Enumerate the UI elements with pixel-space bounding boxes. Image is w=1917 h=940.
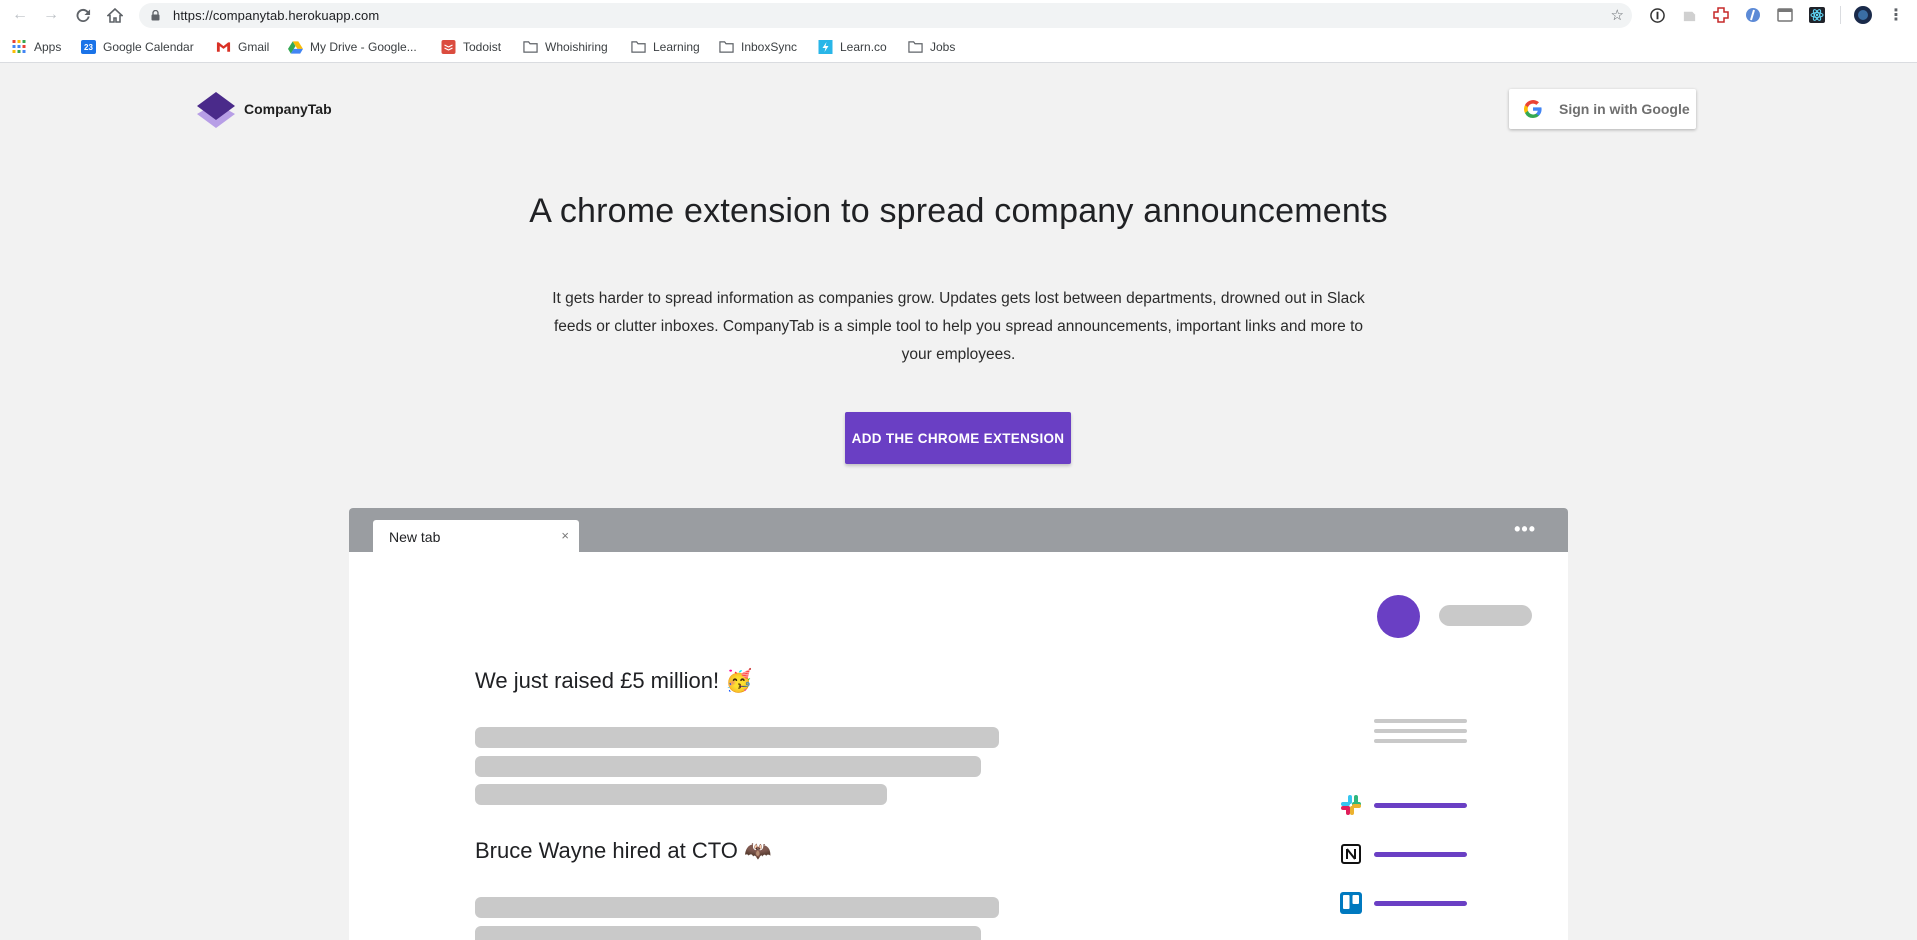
bookmark-todoist[interactable]: Todoist bbox=[441, 38, 501, 56]
gmail-icon bbox=[216, 42, 231, 52]
menu-placeholder-line bbox=[1374, 719, 1467, 723]
app-link-line bbox=[1374, 803, 1467, 808]
announcement-title: Bruce Wayne hired at CTO 🦇 bbox=[475, 838, 771, 864]
bookmark-whoishiring[interactable]: Whoishiring bbox=[523, 38, 608, 56]
announcement-title-text: We just raised £5 million! bbox=[475, 668, 720, 693]
sign-in-label: Sign in with Google bbox=[1559, 101, 1690, 117]
profile-avatar-icon[interactable] bbox=[1854, 6, 1872, 24]
toolbar-divider bbox=[1840, 6, 1841, 24]
bookmark-label: InboxSync bbox=[741, 40, 798, 54]
menu-placeholder-line bbox=[1374, 739, 1467, 743]
folder-icon bbox=[631, 41, 646, 53]
bookmark-apps[interactable]: Apps bbox=[12, 38, 61, 56]
learnco-icon bbox=[818, 40, 833, 54]
url-text[interactable]: https://companytab.herokuapp.com bbox=[173, 8, 379, 23]
bookmark-label: Jobs bbox=[930, 40, 956, 54]
app-link-line bbox=[1374, 852, 1467, 857]
google-g-icon bbox=[1524, 100, 1542, 118]
extension-gray-icon[interactable] bbox=[1680, 6, 1698, 24]
notion-icon bbox=[1341, 844, 1361, 864]
bat-icon: 🦇 bbox=[744, 838, 772, 863]
bookmark-google-calendar[interactable]: 23 Google Calendar bbox=[81, 38, 194, 56]
text-placeholder bbox=[475, 784, 887, 805]
bookmark-label: Learning bbox=[653, 40, 700, 54]
reload-icon[interactable] bbox=[73, 5, 93, 25]
bookmark-gmail[interactable]: Gmail bbox=[216, 38, 269, 56]
app-link-line bbox=[1374, 901, 1467, 906]
bookmark-my-drive[interactable]: My Drive - Google... bbox=[288, 38, 417, 56]
announcement-title: We just raised £5 million! 🥳 bbox=[475, 668, 753, 694]
text-placeholder bbox=[475, 727, 999, 748]
address-bar[interactable]: https://companytab.herokuapp.com ☆ bbox=[139, 3, 1632, 28]
hero-description: It gets harder to spread information as … bbox=[552, 290, 1365, 363]
chrome-menu-icon[interactable]: ⋮ bbox=[1887, 6, 1905, 24]
brand-name[interactable]: CompanyTab bbox=[244, 101, 332, 117]
extension-window-icon[interactable] bbox=[1776, 6, 1794, 24]
announcement-title-text: Bruce Wayne hired at CTO bbox=[475, 838, 738, 863]
bookmark-learning[interactable]: Learning bbox=[631, 38, 700, 56]
bookmark-label: Whoishiring bbox=[545, 40, 608, 54]
drive-icon bbox=[288, 41, 303, 54]
bookmark-label: Todoist bbox=[463, 40, 502, 54]
bookmark-label: My Drive - Google... bbox=[310, 40, 417, 54]
text-placeholder bbox=[475, 926, 981, 940]
preview-tab-bar: New tab × ••• bbox=[349, 508, 1568, 552]
bookmark-inboxsync[interactable]: InboxSync bbox=[719, 38, 797, 56]
page-title: A chrome extension to spread company ann… bbox=[529, 192, 1388, 230]
slack-icon bbox=[1341, 795, 1361, 815]
todoist-icon bbox=[441, 40, 456, 54]
party-face-icon: 🥳 bbox=[725, 668, 753, 693]
menu-placeholder-line bbox=[1374, 729, 1467, 733]
home-icon[interactable] bbox=[105, 5, 125, 25]
preview-tab-title: New tab bbox=[389, 529, 441, 545]
extension-preview: New tab × ••• We just raised £5 million!… bbox=[349, 508, 1568, 940]
folder-icon bbox=[719, 41, 734, 53]
extension-red-cross-icon[interactable] bbox=[1712, 6, 1730, 24]
folder-icon bbox=[523, 41, 538, 53]
bookmark-label: Learn.co bbox=[840, 40, 887, 54]
calendar-icon: 23 bbox=[81, 40, 96, 54]
extension-blue-icon[interactable] bbox=[1744, 6, 1762, 24]
bookmark-learn-co[interactable]: Learn.co bbox=[818, 38, 887, 56]
add-chrome-extension-button[interactable]: ADD THE CHROME EXTENSION bbox=[845, 412, 1071, 464]
preview-name-placeholder bbox=[1439, 605, 1532, 626]
page-content: CompanyTab Sign in with Google A chrome … bbox=[0, 64, 1917, 940]
preview-avatar bbox=[1377, 595, 1420, 638]
trello-icon bbox=[1340, 892, 1362, 914]
back-icon[interactable]: ← bbox=[10, 5, 30, 25]
bookmark-label: Gmail bbox=[238, 40, 270, 54]
bookmark-star-icon[interactable]: ☆ bbox=[1611, 6, 1624, 24]
bookmark-label: Google Calendar bbox=[103, 40, 194, 54]
text-placeholder bbox=[475, 756, 981, 777]
close-icon: × bbox=[561, 528, 569, 543]
preview-tab: New tab × bbox=[373, 520, 579, 552]
react-devtools-icon[interactable] bbox=[1808, 6, 1826, 24]
apps-grid-icon bbox=[12, 40, 26, 53]
forward-icon[interactable]: → bbox=[41, 5, 61, 25]
password-manager-icon[interactable] bbox=[1648, 6, 1666, 24]
bookmark-label: Apps bbox=[34, 40, 62, 54]
sign-in-with-google-button[interactable]: Sign in with Google bbox=[1509, 89, 1696, 129]
text-placeholder bbox=[475, 897, 999, 918]
more-icon: ••• bbox=[1514, 519, 1536, 539]
folder-icon bbox=[908, 41, 923, 53]
browser-toolbar: ← → https://companytab.herokuapp.com ☆ ⋮ bbox=[0, 0, 1917, 30]
companytab-logo-icon[interactable] bbox=[195, 89, 237, 131]
bookmarks-bar: Apps 23 Google Calendar Gmail My Drive -… bbox=[0, 30, 1917, 63]
bookmark-jobs[interactable]: Jobs bbox=[908, 38, 955, 56]
lock-icon bbox=[151, 10, 160, 21]
